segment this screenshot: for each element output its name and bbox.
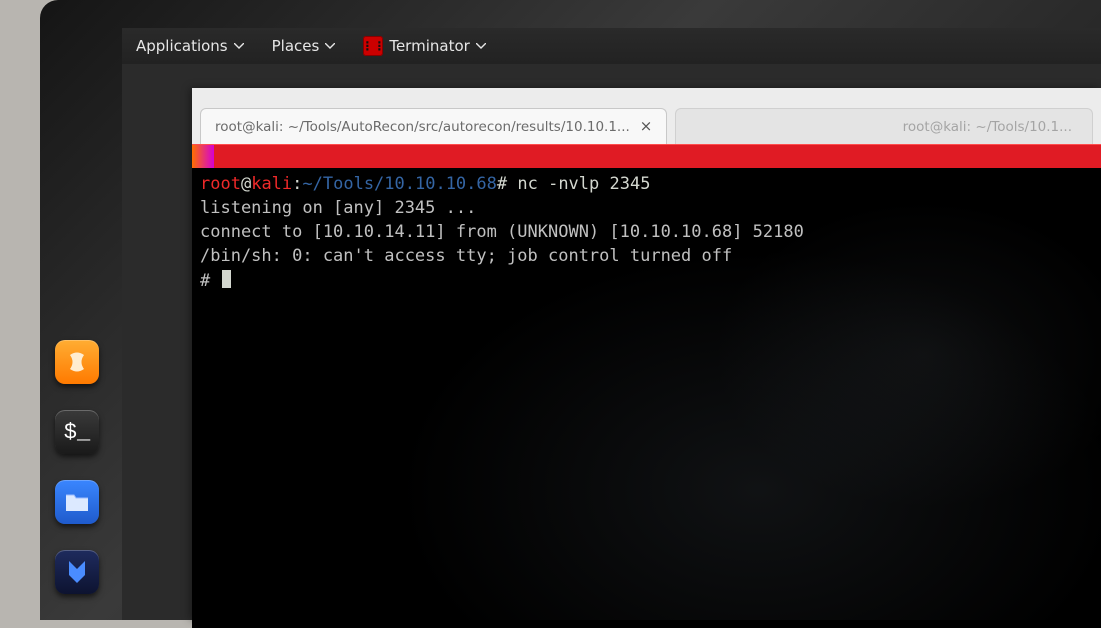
tab-inactive[interactable]: root@kali: ~/Tools/10.1...: [675, 108, 1093, 144]
terminator-title-grip: [192, 145, 214, 168]
tab-title: root@kali: ~/Tools/10.1...: [903, 119, 1072, 135]
gnome-topbar: Applications Places ⋮⋮ Terminator: [122, 28, 1101, 64]
dock-app-terminal[interactable]: $_: [55, 410, 99, 454]
close-icon[interactable]: ×: [640, 119, 653, 134]
chevron-down-icon: [325, 43, 335, 49]
prompt-path: ~/Tools/10.10.10.68: [302, 174, 496, 194]
metasploit-icon: [65, 559, 89, 585]
dock-app-sublime[interactable]: [55, 340, 99, 384]
prompt-hash: #: [497, 174, 507, 194]
terminal-output: listening on [any] 2345 ...: [200, 198, 476, 218]
applications-label: Applications: [136, 37, 228, 55]
terminal-output: /bin/sh: 0: can't access tty; job contro…: [200, 246, 732, 266]
prompt-host: kali: [251, 174, 292, 194]
dock-app-metasploit[interactable]: [55, 550, 99, 594]
places-menu[interactable]: Places: [272, 37, 336, 55]
applications-menu[interactable]: Applications: [136, 37, 244, 55]
terminal-icon: $_: [64, 420, 90, 445]
terminator-label: Terminator: [389, 37, 469, 55]
prompt-sep: :: [292, 174, 302, 194]
command-text: nc -nvlp 2345: [517, 174, 650, 194]
cursor: [222, 270, 231, 288]
chevron-down-icon: [476, 43, 486, 49]
terminator-window: root@kali: ~/Tools/AutoRecon/src/autorec…: [192, 88, 1101, 620]
dock-app-files[interactable]: [55, 480, 99, 524]
folder-icon: [64, 491, 90, 513]
terminal-pane[interactable]: root@kali:~/Tools/10.10.10.68# nc -nvlp …: [192, 168, 1101, 628]
tab-bar: root@kali: ~/Tools/AutoRecon/src/autorec…: [192, 88, 1101, 144]
prompt-user: root: [200, 174, 241, 194]
terminal-output: connect to [10.10.14.11] from (UNKNOWN) …: [200, 222, 804, 242]
terminator-menu[interactable]: ⋮⋮ Terminator: [363, 36, 485, 56]
chevron-down-icon: [234, 43, 244, 49]
places-label: Places: [272, 37, 320, 55]
prompt-at: @: [241, 174, 251, 194]
monitor-bezel: Applications Places ⋮⋮ Terminator root@k…: [40, 0, 1101, 620]
dock: $_: [50, 340, 104, 594]
terminator-icon: ⋮⋮: [363, 36, 383, 56]
sublime-icon: [65, 350, 89, 374]
screen: Applications Places ⋮⋮ Terminator root@k…: [122, 28, 1101, 620]
tab-active[interactable]: root@kali: ~/Tools/AutoRecon/src/autorec…: [200, 108, 667, 144]
tab-title: root@kali: ~/Tools/AutoRecon/src/autorec…: [215, 119, 630, 135]
terminator-title-bar: [192, 144, 1101, 168]
shell-prompt: #: [200, 271, 220, 291]
